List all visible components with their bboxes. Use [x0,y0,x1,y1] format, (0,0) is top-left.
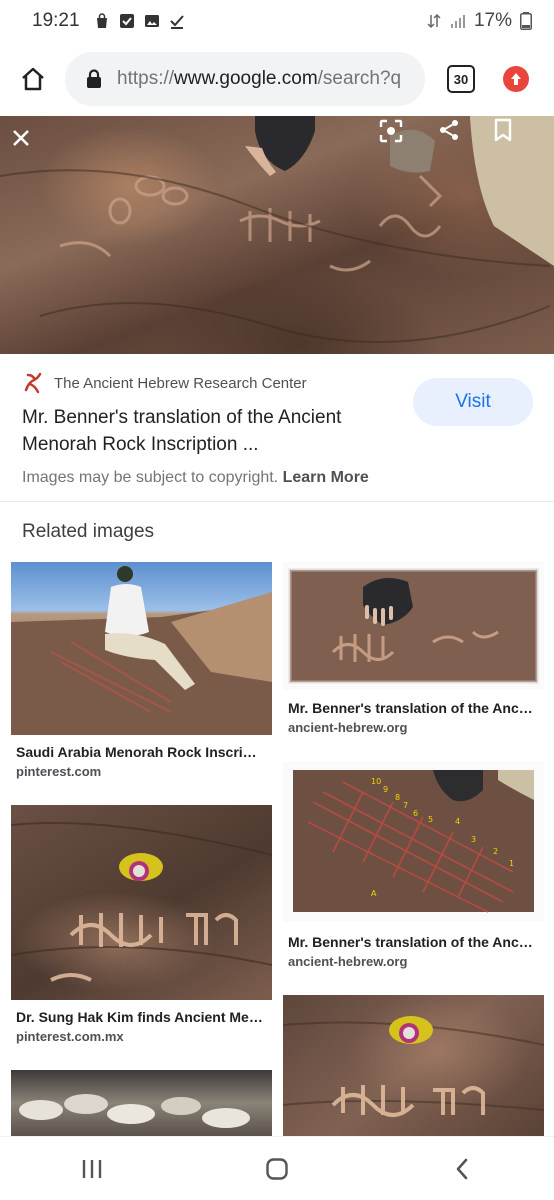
lock-icon [87,69,101,88]
copyright-notice: Images may be subject to copyright. Lear… [22,469,369,487]
tab-count: 30 [453,71,469,87]
related-image-thumbnail [11,805,272,1000]
copyright-text: Images may be subject to copyright. [22,469,279,486]
data-arrows-icon [427,13,441,29]
url-prefix: https:// [117,68,175,89]
related-image-domain: ancient-hebrew.org [288,954,408,969]
related-image-caption: Dr. Sung Hak Kim finds Ancient Me… [16,1009,263,1025]
svg-text:10: 10 [371,777,381,786]
related-image-card[interactable] [11,1070,272,1136]
learn-more-link[interactable]: Learn More [283,469,369,486]
site-favicon-icon [24,372,42,394]
related-image-caption: Mr. Benner's translation of the Anc… [288,934,533,950]
source-row[interactable]: The Ancient Hebrew Research Center [22,372,307,394]
recents-icon [83,1159,102,1178]
update-menu-button[interactable] [503,66,529,92]
svg-text:1: 1 [509,859,514,868]
related-image-thumbnail [11,1070,272,1136]
svg-text:2: 2 [493,847,498,856]
related-image-caption: Saudi Arabia Menorah Rock Inscri… [16,744,257,760]
svg-text:6: 6 [413,809,418,818]
related-image-domain: ancient-hebrew.org [288,720,408,735]
related-image-card[interactable]: Dr. Sung Hak Kim finds Ancient Me… pinte… [11,805,272,1045]
related-image-domain: pinterest.com [16,764,102,779]
close-icon [13,130,29,146]
share-icon [440,120,458,140]
svg-text:4: 4 [455,817,460,826]
back-icon [456,1158,467,1179]
related-image-card[interactable]: Saudi Arabia Menorah Rock Inscri… pinter… [11,562,272,784]
result-title[interactable]: Mr. Benner's translation of the Ancient … [22,404,392,458]
home-button[interactable] [247,1149,307,1189]
battery-icon [520,12,532,30]
svg-text:5: 5 [428,815,433,824]
related-image-thumbnail [11,562,272,735]
tab-switcher-button[interactable]: 30 [447,65,475,93]
notification-icons [94,13,185,29]
checkbox-icon [119,14,134,28]
svg-text:A: A [371,889,377,898]
related-image-caption: Mr. Benner's translation of the Anc… [288,700,533,716]
related-images-heading: Related images [22,521,155,542]
bookmark-button[interactable] [493,118,533,158]
bag-icon [96,13,107,28]
image-icon [144,15,159,27]
status-bar: 19:21 17% [0,0,554,42]
status-time: 19:21 [32,10,80,31]
browser-toolbar: https://www.google.com/search?q 30 [0,48,554,110]
svg-text:3: 3 [471,835,476,844]
sandbags-artwork [19,1094,250,1128]
battery-percent: 17% [473,10,512,31]
home-outline-icon [22,67,44,91]
related-image-thumbnail: 10 9 8 7 6 5 4 3 2 1 A [283,762,544,922]
annotated-inscription-artwork: 10987 6 5 4 3 2 1 A [293,770,534,913]
lens-icon [379,119,403,143]
related-image-thumbnail [283,562,544,690]
recents-button[interactable] [62,1149,122,1189]
url-bar[interactable]: https://www.google.com/search?q [65,52,425,106]
share-button[interactable] [437,118,477,158]
source-name: The Ancient Hebrew Research Center [54,374,307,392]
browser-home-button[interactable] [16,62,50,96]
download-done-icon [169,15,184,29]
url-path: /search?q [317,68,402,89]
back-button[interactable] [432,1149,492,1189]
visit-button[interactable]: Visit [413,378,533,426]
close-preview-button[interactable] [11,128,51,168]
preview-image[interactable] [0,116,554,354]
url-host: www.google.com [174,68,318,89]
hand-on-rock-artwork [288,568,539,684]
bookmark-icon [494,118,512,142]
system-indicators: 17% [426,10,532,32]
svg-text:9: 9 [383,785,388,794]
related-image-domain: pinterest.com.mx [16,1029,124,1044]
arrow-up-icon [511,73,521,85]
svg-text:7: 7 [403,801,408,810]
system-navigation-bar [0,1136,554,1200]
signal-icon [450,15,465,28]
lens-search-button[interactable] [378,118,418,158]
related-image-card[interactable] [283,995,544,1136]
person-on-rock-artwork [11,566,272,735]
url-text: https://www.google.com/search?q [117,68,401,90]
divider [0,501,554,502]
svg-text:8: 8 [395,793,400,802]
related-image-card[interactable]: 10 9 8 7 6 5 4 3 2 1 A Mr. Benner's translation … [283,762,544,974]
home-icon [266,1157,288,1180]
menorah-with-watch-artwork [283,1016,544,1117]
menorah-with-watch-artwork [11,822,272,982]
related-image-card[interactable]: Mr. Benner's translation of the Anc… anc… [283,562,544,742]
